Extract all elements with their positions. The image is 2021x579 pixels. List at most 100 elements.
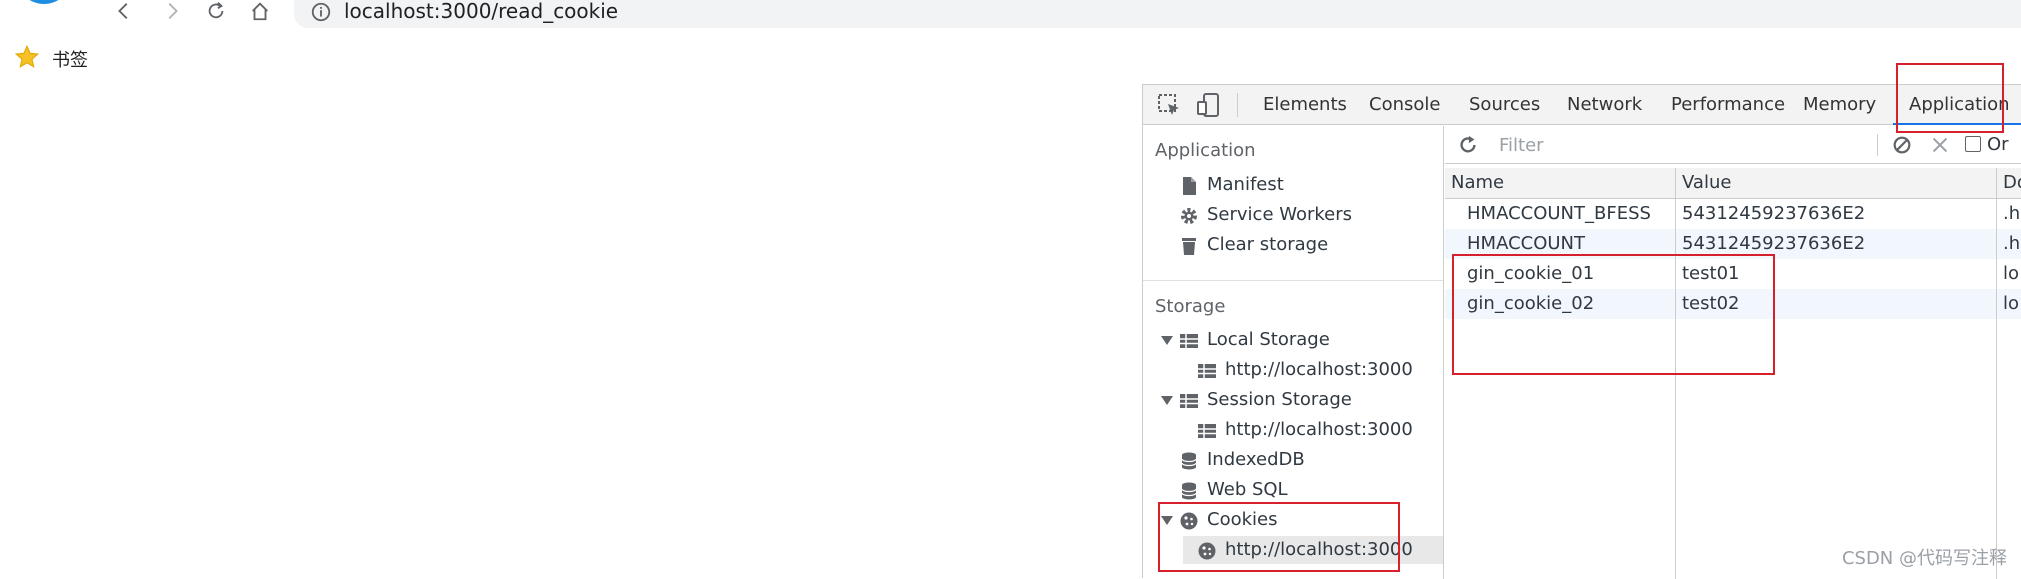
database-icon bbox=[1179, 451, 1199, 471]
tab-network[interactable]: Network bbox=[1567, 85, 1642, 125]
browser-logo bbox=[16, 0, 72, 4]
application-sidebar: Application Manifest Service Workers Cle… bbox=[1143, 126, 1444, 579]
table-row[interactable]: gin_cookie_02 test02 lo bbox=[1445, 289, 2021, 319]
sidebar-item-label: Session Storage bbox=[1207, 386, 1352, 414]
column-header-domain[interactable]: Do bbox=[1997, 168, 2021, 198]
sidebar-item-label: Clear storage bbox=[1207, 231, 1328, 259]
filter-input[interactable] bbox=[1493, 132, 1869, 158]
sidebar-item-label: IndexedDB bbox=[1207, 446, 1305, 474]
tab-sources[interactable]: Sources bbox=[1469, 85, 1540, 125]
cookie-value: 54312459237636E2 bbox=[1682, 199, 1992, 229]
table-row[interactable]: HMACCOUNT_BFESS 54312459237636E2 .h bbox=[1445, 199, 2021, 229]
tab-elements[interactable]: Elements bbox=[1263, 85, 1347, 125]
cookie-name: HMACCOUNT_BFESS bbox=[1467, 199, 1673, 229]
column-header-name[interactable]: Name bbox=[1445, 168, 1675, 198]
column-header-value[interactable]: Value bbox=[1676, 168, 1996, 198]
sidebar-item-label: http://localhost:3000 bbox=[1225, 416, 1413, 444]
only-issues-checkbox[interactable] bbox=[1965, 136, 1981, 152]
column-divider[interactable] bbox=[1996, 168, 1997, 579]
table-icon bbox=[1197, 361, 1217, 381]
devtools-panel: Elements Console Sources Network Perform… bbox=[1142, 84, 2021, 578]
tab-memory[interactable]: Memory bbox=[1803, 85, 1876, 125]
close-icon[interactable] bbox=[1929, 134, 1951, 156]
reload-icon bbox=[205, 0, 227, 22]
sidebar-item-label: http://localhost:3000 bbox=[1225, 356, 1413, 384]
gear-icon bbox=[1179, 206, 1199, 226]
cookie-name: gin_cookie_01 bbox=[1467, 259, 1673, 289]
tabbar-separator bbox=[1237, 93, 1238, 117]
section-title-storage: Storage bbox=[1155, 296, 1225, 317]
table-icon bbox=[1179, 331, 1199, 351]
info-icon[interactable] bbox=[310, 1, 332, 23]
sidebar-item-label: http://localhost:3000 bbox=[1225, 536, 1413, 564]
cookie-value: test01 bbox=[1682, 259, 1992, 289]
table-row[interactable]: gin_cookie_01 test01 lo bbox=[1445, 259, 2021, 289]
tab-console[interactable]: Console bbox=[1369, 85, 1440, 125]
cookie-domain: .h bbox=[2003, 199, 2021, 229]
sidebar-item-manifest[interactable]: Manifest bbox=[1179, 171, 1419, 199]
back-icon bbox=[113, 0, 135, 22]
sidebar-divider bbox=[1143, 280, 1443, 281]
sidebar-item-local-storage[interactable]: Local Storage bbox=[1161, 326, 1431, 354]
sidebar-item-indexeddb[interactable]: IndexedDB bbox=[1179, 446, 1419, 474]
cookies-filter-bar: Or bbox=[1445, 126, 2021, 164]
sidebar-item-session-storage-origin[interactable]: http://localhost:3000 bbox=[1197, 416, 1437, 444]
forward-button[interactable] bbox=[158, 0, 186, 22]
home-icon bbox=[249, 0, 271, 22]
sidebar-item-service-workers[interactable]: Service Workers bbox=[1179, 201, 1419, 229]
table-icon bbox=[1197, 421, 1217, 441]
cookie-domain: lo bbox=[2003, 289, 2021, 319]
block-icon[interactable] bbox=[1891, 134, 1913, 156]
cookie-icon bbox=[1197, 541, 1217, 561]
sidebar-item-label: Manifest bbox=[1207, 171, 1284, 199]
url-text: localhost:3000/read_cookie bbox=[344, 0, 618, 22]
sidebar-item-websql[interactable]: Web SQL bbox=[1179, 476, 1419, 504]
sidebar-item-label: Web SQL bbox=[1207, 476, 1288, 504]
checkbox-label: Or bbox=[1987, 134, 2009, 155]
inspect-element-icon[interactable] bbox=[1155, 91, 1183, 119]
sidebar-item-label: Cookies bbox=[1207, 506, 1277, 534]
column-divider[interactable] bbox=[1675, 168, 1676, 579]
expand-triangle-icon[interactable] bbox=[1161, 516, 1173, 525]
tab-application[interactable]: Application bbox=[1909, 85, 2010, 125]
sidebar-item-label: Service Workers bbox=[1207, 201, 1352, 229]
expand-triangle-icon[interactable] bbox=[1161, 396, 1173, 405]
expand-triangle-icon[interactable] bbox=[1161, 336, 1173, 345]
watermark: CSDN @代码写注释 bbox=[1842, 544, 2007, 570]
cookie-icon bbox=[1179, 511, 1199, 531]
active-tab-indicator bbox=[1893, 123, 2021, 125]
database-icon bbox=[1179, 481, 1199, 501]
cookie-domain: .h bbox=[2003, 229, 2021, 259]
sidebar-item-clear-storage[interactable]: Clear storage bbox=[1179, 231, 1419, 259]
bookmarks-bar: 书签 bbox=[0, 38, 600, 76]
cookies-pane: Or Name Value Do HMACCOUNT_BFESS 5431245… bbox=[1445, 126, 2021, 579]
reload-button[interactable] bbox=[202, 0, 230, 22]
devtools-tabbar: Elements Console Sources Network Perform… bbox=[1143, 85, 2021, 125]
cookie-name: gin_cookie_02 bbox=[1467, 289, 1673, 319]
table-icon bbox=[1179, 391, 1199, 411]
browser-toolbar: localhost:3000/read_cookie bbox=[0, 0, 2021, 30]
trash-icon bbox=[1179, 236, 1199, 256]
cookie-name: HMACCOUNT bbox=[1467, 229, 1673, 259]
section-title-application: Application bbox=[1155, 140, 1256, 161]
back-button[interactable] bbox=[110, 0, 138, 22]
cookies-table: Name Value Do HMACCOUNT_BFESS 5431245923… bbox=[1445, 168, 2021, 579]
cookie-value: test02 bbox=[1682, 289, 1992, 319]
filter-separator bbox=[1877, 134, 1878, 156]
table-row[interactable]: HMACCOUNT 54312459237636E2 .h bbox=[1445, 229, 2021, 259]
home-button[interactable] bbox=[246, 0, 274, 22]
tab-performance[interactable]: Performance bbox=[1671, 85, 1785, 125]
document-icon bbox=[1179, 176, 1199, 196]
sidebar-item-cookies-origin[interactable]: http://localhost:3000 bbox=[1183, 536, 1443, 564]
sidebar-item-local-storage-origin[interactable]: http://localhost:3000 bbox=[1197, 356, 1437, 384]
bookmark-label[interactable]: 书签 bbox=[52, 46, 88, 72]
device-toolbar-icon[interactable] bbox=[1195, 91, 1223, 119]
sidebar-item-session-storage[interactable]: Session Storage bbox=[1161, 386, 1431, 414]
address-bar[interactable]: localhost:3000/read_cookie bbox=[294, 0, 2021, 28]
refresh-icon[interactable] bbox=[1457, 134, 1479, 156]
sidebar-item-cookies[interactable]: Cookies bbox=[1161, 506, 1431, 534]
forward-icon bbox=[161, 0, 183, 22]
sidebar-item-label: Local Storage bbox=[1207, 326, 1330, 354]
star-icon bbox=[14, 44, 40, 70]
cookie-value: 54312459237636E2 bbox=[1682, 229, 1992, 259]
